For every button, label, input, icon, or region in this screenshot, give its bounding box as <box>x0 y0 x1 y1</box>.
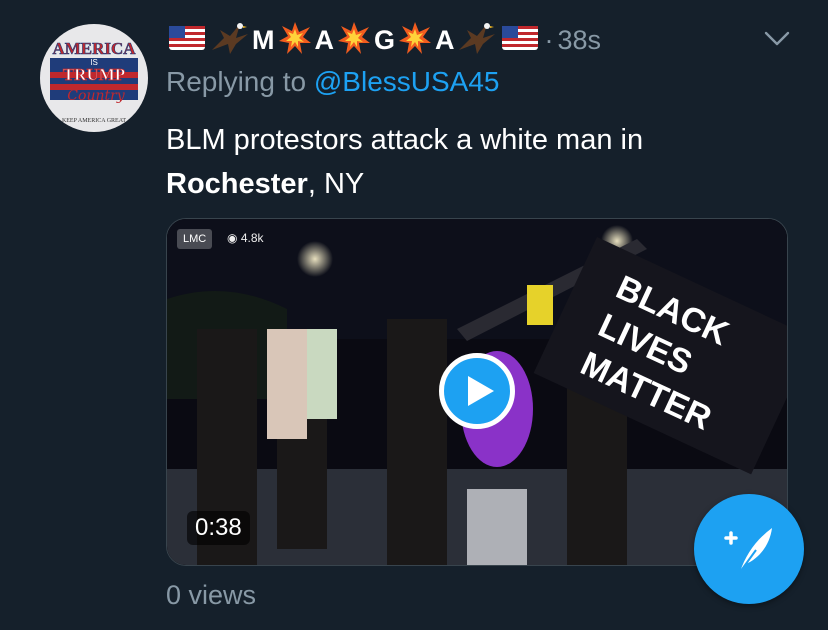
video-view-count: ◉ 4.8k <box>227 231 264 245</box>
video-views-value: 4.8k <box>240 231 264 245</box>
display-name[interactable]: M A G A · 38s <box>166 20 601 60</box>
reply-handle-link[interactable]: @BlessUSA45 <box>314 66 500 97</box>
tweet-view-count: 0 views <box>166 580 257 610</box>
tweet-text-main: BLM protestors attack a white man in <box>166 124 644 156</box>
tweet-text-bold: Rochester <box>166 168 308 200</box>
avatar-line3: TRUMP <box>63 65 125 84</box>
eye-icon: ◉ <box>227 231 238 245</box>
name-letter-g: G <box>374 24 396 55</box>
eagle-icon <box>457 20 497 61</box>
tweet-text: BLM protestors attack a white man in Roc… <box>166 118 766 206</box>
play-icon <box>468 376 494 406</box>
name-letter-a2: A <box>435 24 455 55</box>
tweet-text-end: , NY <box>307 168 365 200</box>
collision-icon <box>398 21 432 60</box>
avatar-line4: Country <box>67 88 125 104</box>
chevron-down-icon[interactable] <box>764 30 790 48</box>
avatar[interactable]: AMERICA IS TRUMP Country KEEP AMERICA GR… <box>40 24 148 132</box>
avatar-line1: AMERICA <box>52 39 136 58</box>
video-duration: 0:38 <box>187 511 250 545</box>
replying-to: Replying to @BlessUSA45 <box>166 66 499 98</box>
name-letter-a1: A <box>314 24 335 55</box>
compose-tweet-button[interactable] <box>694 494 804 604</box>
play-button[interactable] <box>439 353 515 429</box>
collision-icon <box>337 21 371 60</box>
timestamp[interactable]: 38s <box>558 25 602 56</box>
eagle-icon <box>210 20 250 61</box>
channel-badge: LMC <box>177 229 213 249</box>
us-flag-icon <box>501 25 538 55</box>
separator-dot: · <box>544 24 554 55</box>
collision-icon <box>278 21 312 60</box>
replying-to-label: Replying to <box>166 66 307 97</box>
name-letter-m: M <box>252 24 275 55</box>
us-flag-icon <box>169 25 205 55</box>
video-player[interactable]: BLACK LIVES MATTER LMC ◉ 4.8k 0:38 <box>166 218 788 566</box>
avatar-line5: KEEP AMERICA GREAT <box>62 118 126 124</box>
compose-feather-icon <box>724 528 772 573</box>
